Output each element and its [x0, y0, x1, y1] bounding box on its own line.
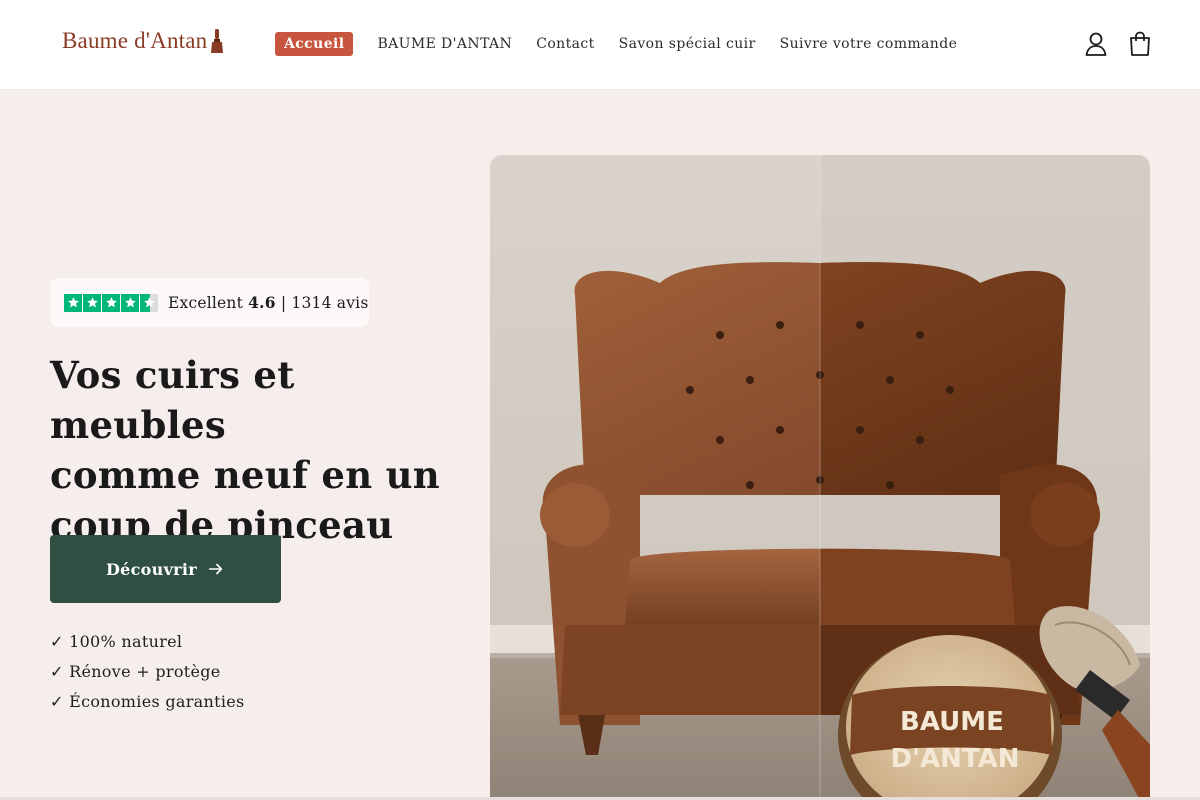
leather-armchair-image: BAUME D'ANTAN	[490, 155, 1150, 800]
arrow-right-icon	[208, 563, 223, 575]
nav-item-baume-dantan[interactable]: BAUME D'ANTAN	[368, 32, 521, 56]
logo[interactable]: Baume d'Antan	[62, 28, 224, 54]
nav-item-contact[interactable]: Contact	[527, 32, 603, 56]
star-half-icon	[140, 293, 158, 312]
nav-item-savon-cuir[interactable]: Savon spécial cuir	[610, 32, 765, 56]
brush-icon	[211, 29, 224, 53]
rating-count: | 1314 avis	[275, 294, 369, 312]
rating-score: 4.6	[248, 293, 276, 312]
nav-item-accueil[interactable]: Accueil	[275, 32, 354, 56]
main-nav: Accueil BAUME D'ANTAN Contact Savon spéc…	[275, 32, 972, 56]
discover-button[interactable]: Découvrir	[50, 535, 281, 603]
hero-title-line: comme neuf en un	[50, 453, 440, 497]
benefit-item: ✓ Économies garanties	[50, 692, 245, 711]
benefits-list: ✓ 100% naturel ✓ Rénove + protège ✓ Écon…	[50, 627, 245, 717]
discover-button-label: Découvrir	[105, 559, 198, 579]
benefit-item: ✓ 100% naturel	[50, 632, 183, 651]
rating-prefix: Excellent	[168, 294, 249, 312]
rating-text: Excellent 4.6 | 1314 avis	[168, 293, 368, 312]
account-icon[interactable]	[1084, 31, 1108, 57]
logo-text: Baume d'Antan	[62, 28, 208, 53]
benefit-item: ✓ Rénove + protège	[50, 662, 221, 681]
star-icon	[83, 293, 101, 312]
nav-item-suivre-commande[interactable]: Suivre votre commande	[771, 32, 967, 56]
hero-title: Vos cuirs et meubles comme neuf en un co…	[50, 350, 470, 550]
tin-label-line2: D'ANTAN	[890, 744, 1019, 774]
hero-image: BAUME D'ANTAN	[490, 155, 1150, 800]
trustpilot-rating[interactable]: Excellent 4.6 | 1314 avis	[50, 278, 369, 327]
site-header: Baume d'Antan Accueil BAUME D'ANTAN Cont…	[0, 0, 1200, 90]
rating-stars	[64, 293, 158, 312]
star-icon	[121, 293, 139, 312]
cart-icon[interactable]	[1128, 31, 1152, 57]
header-actions	[1084, 31, 1152, 57]
tin-label-line1: BAUME	[900, 707, 1004, 737]
star-icon	[102, 293, 120, 312]
star-icon	[64, 293, 82, 312]
hero-title-line: Vos cuirs et meubles	[50, 353, 295, 447]
